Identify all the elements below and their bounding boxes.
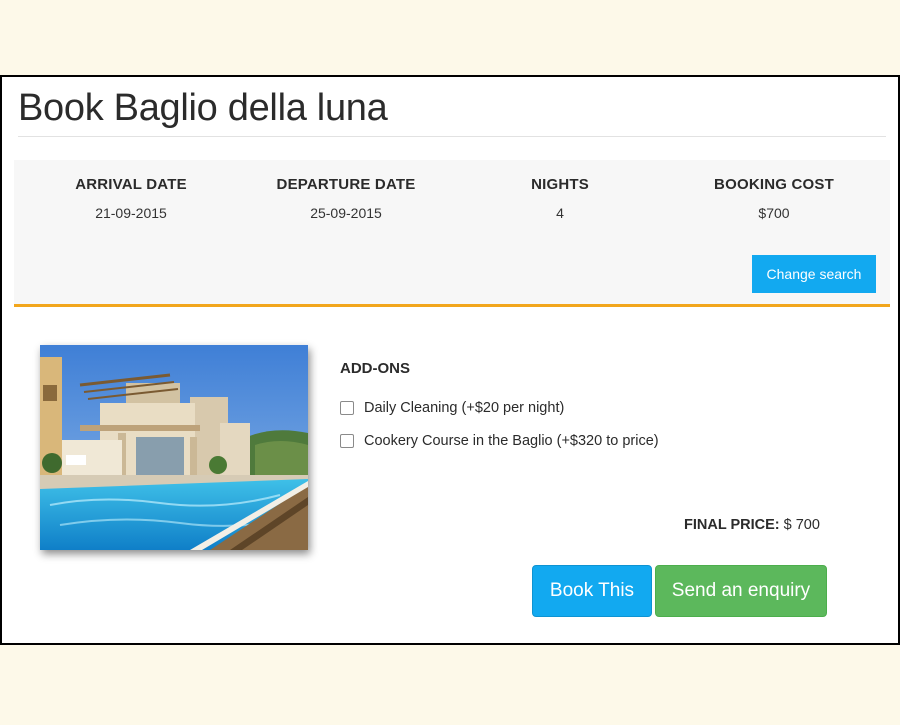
change-search-button[interactable]: Change search bbox=[752, 255, 876, 293]
booking-summary: ARRIVAL DATE 21-09-2015 DEPARTURE DATE 2… bbox=[14, 160, 890, 307]
arrival-date-column: ARRIVAL DATE 21-09-2015 bbox=[24, 176, 238, 221]
arrival-date-value: 21-09-2015 bbox=[95, 205, 167, 221]
cookery-course-label: Cookery Course in the Baglio (+$320 to p… bbox=[364, 433, 659, 449]
booking-panel: Book Baglio della luna ARRIVAL DATE 21-0… bbox=[0, 75, 900, 645]
daily-cleaning-checkbox[interactable] bbox=[340, 401, 354, 415]
booking-cost-column: BOOKING COST $700 bbox=[667, 176, 881, 221]
booking-cost-label: BOOKING COST bbox=[714, 176, 834, 193]
send-enquiry-button[interactable]: Send an enquiry bbox=[655, 565, 827, 617]
page-title: Book Baglio della luna bbox=[18, 87, 388, 129]
daily-cleaning-label: Daily Cleaning (+$20 per night) bbox=[364, 400, 565, 416]
book-this-button[interactable]: Book This bbox=[532, 565, 652, 617]
nights-label: NIGHTS bbox=[531, 176, 589, 193]
nights-column: NIGHTS 4 bbox=[453, 176, 667, 221]
addon-daily-cleaning[interactable]: Daily Cleaning (+$20 per night) bbox=[340, 400, 564, 416]
final-price-label: FINAL PRICE: bbox=[684, 517, 780, 533]
departure-date-label: DEPARTURE DATE bbox=[276, 176, 416, 193]
booking-cost-value: $700 bbox=[758, 205, 790, 221]
villa-photo bbox=[40, 345, 308, 550]
final-price-value: $ 700 bbox=[783, 517, 820, 533]
arrival-date-label: ARRIVAL DATE bbox=[75, 176, 187, 193]
cookery-course-checkbox[interactable] bbox=[340, 434, 354, 448]
nights-value: 4 bbox=[556, 205, 564, 221]
departure-date-column: DEPARTURE DATE 25-09-2015 bbox=[239, 176, 453, 221]
addons-title: ADD-ONS bbox=[340, 360, 410, 377]
title-divider bbox=[18, 136, 886, 137]
final-price: FINAL PRICE: $ 700 bbox=[684, 517, 820, 533]
departure-date-value: 25-09-2015 bbox=[310, 205, 382, 221]
addon-cookery-course[interactable]: Cookery Course in the Baglio (+$320 to p… bbox=[340, 433, 659, 449]
